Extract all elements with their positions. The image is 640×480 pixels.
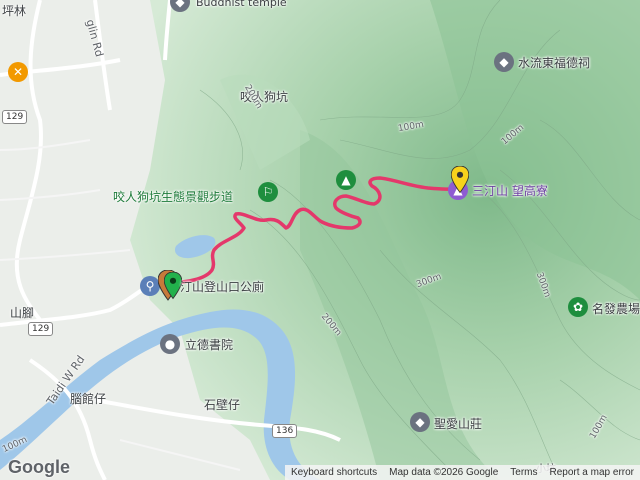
summit-pin-icon[interactable] [451, 166, 469, 196]
route-shield-129: 129 [2, 110, 28, 124]
label-shan-jiao: 山腳 [10, 306, 35, 320]
label-naoguan-zai: 腦館仔 [70, 392, 107, 406]
route-shield-136: 136 [272, 424, 298, 438]
farm-poi-icon[interactable]: ✿ [568, 297, 588, 317]
google-logo: Google [8, 457, 70, 477]
keyboard-shortcuts-link[interactable]: Keyboard shortcuts [285, 467, 383, 478]
label-trail-toilet: 汀山登山口公廁 [180, 280, 265, 294]
label-sanding-shan: 三汀山 望高寮 [472, 184, 548, 198]
map-data-label: Map data ©2026 Google [389, 467, 499, 478]
label-shengai-villa: 聖愛山莊 [434, 417, 483, 431]
route-shield-129: 129 [28, 322, 54, 336]
shrine-poi-icon[interactable]: ◆ [494, 52, 514, 72]
trail-poi-icon[interactable]: ⚐ [258, 182, 278, 202]
label-shuiliu-temple: 水流東福德祠 [518, 56, 591, 70]
label-mingfa-farm: 名發農場 [592, 302, 640, 316]
report-error-link[interactable]: Report a map error [544, 467, 640, 478]
villa-poi-icon[interactable]: ◆ [410, 412, 430, 432]
label-lide-academy: 立德書院 [185, 338, 234, 352]
toilet-poi-icon[interactable]: ⚲ [140, 276, 160, 296]
attribution-bar: Keyboard shortcuts Map data ©2026 Google… [284, 465, 640, 480]
restaurant-poi-icon[interactable]: ✕ [8, 62, 28, 82]
map-canvas[interactable] [0, 0, 640, 480]
park-tree-icon[interactable]: ▲ [336, 170, 356, 190]
label-shibi-zai: 石壁仔 [204, 398, 241, 412]
label-buddhist-temple: Buddhist temple [196, 0, 287, 9]
label-eco-trail: 咬人狗坑生態景觀步道 [113, 190, 234, 204]
terms-link[interactable]: Terms [504, 467, 543, 478]
label-pinglin: 坪林 [2, 4, 27, 18]
academy-poi-icon[interactable]: ● [160, 334, 180, 354]
